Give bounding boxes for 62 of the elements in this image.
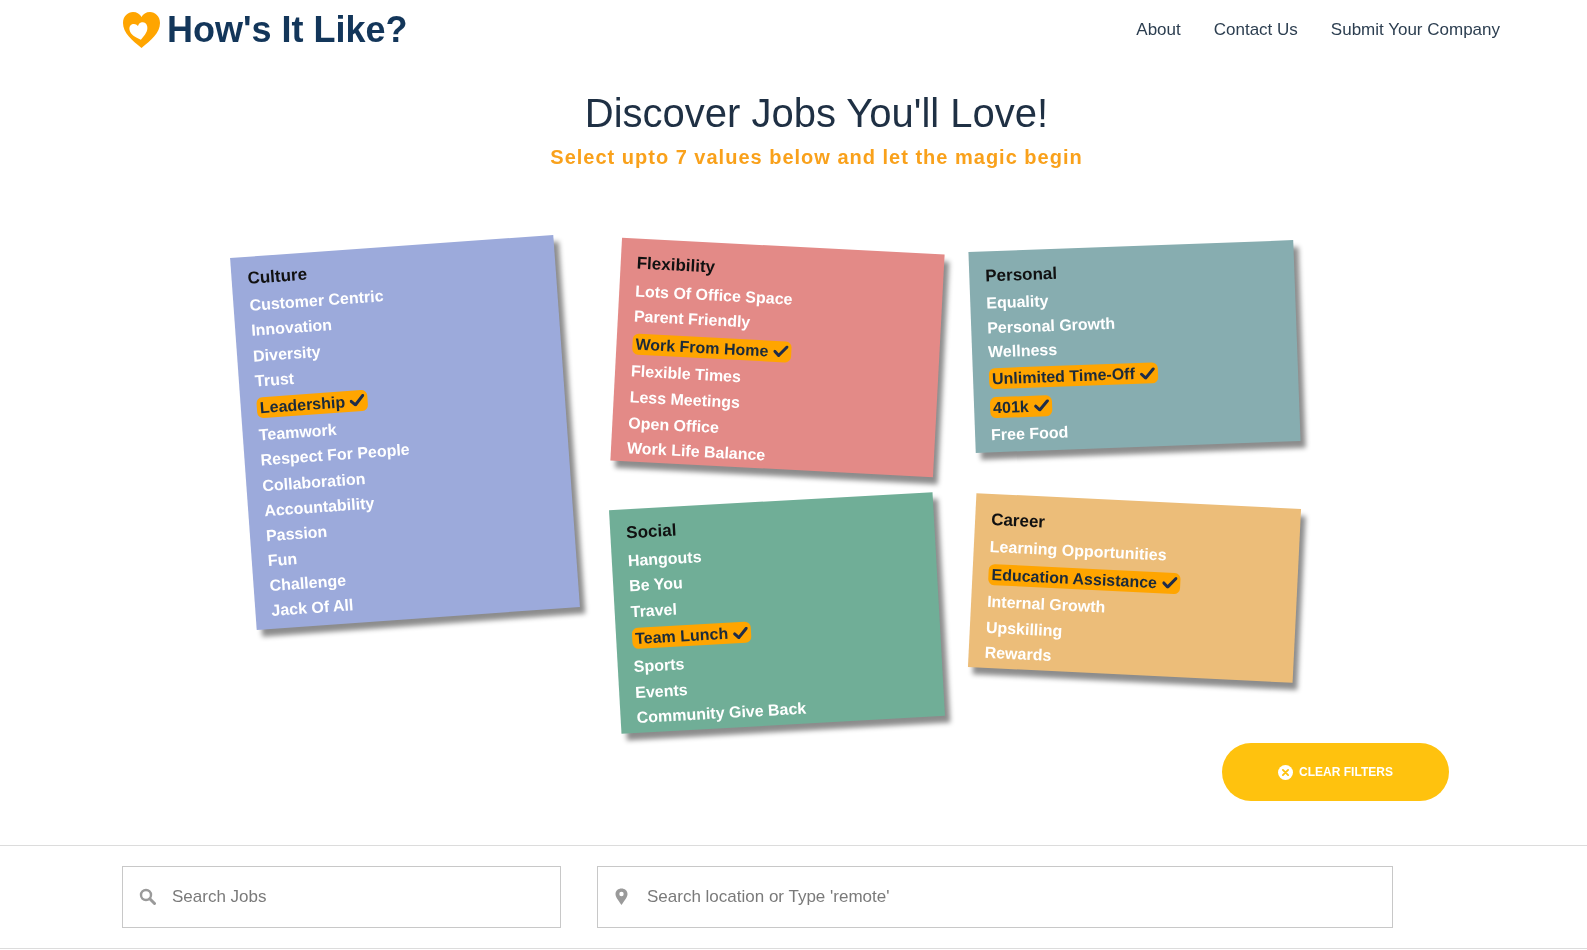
value-option[interactable]: Team Lunch — [631, 621, 752, 650]
value-option[interactable]: Wellness — [987, 341, 1057, 361]
value-option[interactable]: 401k — [989, 395, 1052, 419]
category-heading: Flexibility — [635, 253, 716, 278]
category-heading: Personal — [984, 263, 1057, 287]
value-option[interactable]: Equality — [985, 291, 1049, 312]
value-option[interactable]: Education Assistance — [987, 563, 1180, 594]
checkmark-icon — [732, 626, 749, 640]
value-option[interactable]: Trust — [254, 369, 295, 390]
value-option[interactable]: Open Office — [627, 413, 719, 436]
page-title: Discover Jobs You'll Love! — [584, 90, 1049, 137]
value-option[interactable]: Unlimited Time-Off — [988, 362, 1158, 390]
nav-link[interactable]: About — [1136, 17, 1181, 43]
logo-wordmark[interactable]: How's It Like? — [167, 12, 408, 48]
value-option[interactable]: Accountability — [263, 494, 375, 519]
close-circle-icon — [1278, 764, 1294, 780]
value-option[interactable]: Customer Centric — [248, 287, 385, 314]
page-subtitle: Select upto 7 values below and let the magic begin — [550, 145, 1083, 170]
value-option[interactable]: Internal Growth — [986, 593, 1106, 616]
checkmark-icon — [1033, 399, 1049, 413]
heart-logo-icon — [122, 11, 161, 49]
value-option[interactable]: Lots Of Office Space — [634, 282, 793, 308]
location-pin-icon — [615, 888, 628, 905]
value-option[interactable]: Flexible Times — [630, 362, 741, 386]
value-option[interactable]: Less Meetings — [628, 388, 740, 412]
value-option[interactable]: Travel — [630, 600, 678, 620]
value-option[interactable]: Rewards — [983, 643, 1052, 664]
category-heading: Social — [625, 520, 677, 544]
value-option[interactable]: Learning Opportunities — [988, 538, 1167, 564]
value-option[interactable]: Diversity — [252, 342, 322, 365]
nav-link[interactable]: Submit Your Company — [1330, 17, 1500, 43]
value-option[interactable]: Hangouts — [627, 547, 702, 569]
value-option[interactable]: Teamwork — [258, 421, 338, 444]
value-option[interactable]: Sports — [633, 655, 685, 676]
value-option[interactable]: Work From Home — [631, 333, 792, 363]
value-option[interactable]: Innovation — [250, 316, 333, 340]
value-option[interactable]: Fun — [267, 550, 298, 570]
value-option[interactable]: Passion — [265, 522, 328, 545]
checkmark-icon — [772, 345, 789, 358]
nav-link[interactable]: Contact Us — [1213, 17, 1298, 43]
value-option[interactable]: Upskilling — [985, 618, 1063, 640]
category-heading: Culture — [246, 264, 308, 289]
value-option[interactable]: Community Give Back — [636, 699, 807, 727]
search-icon — [139, 888, 156, 905]
value-option[interactable]: Respect For People — [260, 441, 411, 469]
category-heading: Career — [990, 509, 1045, 533]
value-option[interactable]: Parent Friendly — [633, 307, 751, 331]
clear-filters-button[interactable]: CLEAR FILTERS — [1222, 743, 1449, 801]
value-option[interactable]: Free Food — [990, 423, 1069, 444]
search-jobs-field[interactable]: Search Jobs — [122, 866, 561, 928]
value-option[interactable]: Be You — [628, 574, 684, 595]
search-location-field[interactable]: Search location or Type 'remote' — [597, 866, 1393, 928]
value-option[interactable]: Events — [634, 680, 689, 701]
value-option[interactable]: Challenge — [269, 571, 347, 595]
value-option[interactable]: Leadership — [256, 389, 369, 419]
value-option[interactable]: Work Life Balance — [626, 439, 766, 464]
value-option[interactable]: Collaboration — [261, 469, 366, 494]
value-option[interactable]: Jack Of All — [270, 596, 354, 620]
checkmark-icon — [1139, 366, 1155, 380]
checkmark-icon — [349, 394, 366, 408]
value-option[interactable]: Personal Growth — [986, 314, 1115, 336]
checkmark-icon — [1161, 576, 1177, 590]
